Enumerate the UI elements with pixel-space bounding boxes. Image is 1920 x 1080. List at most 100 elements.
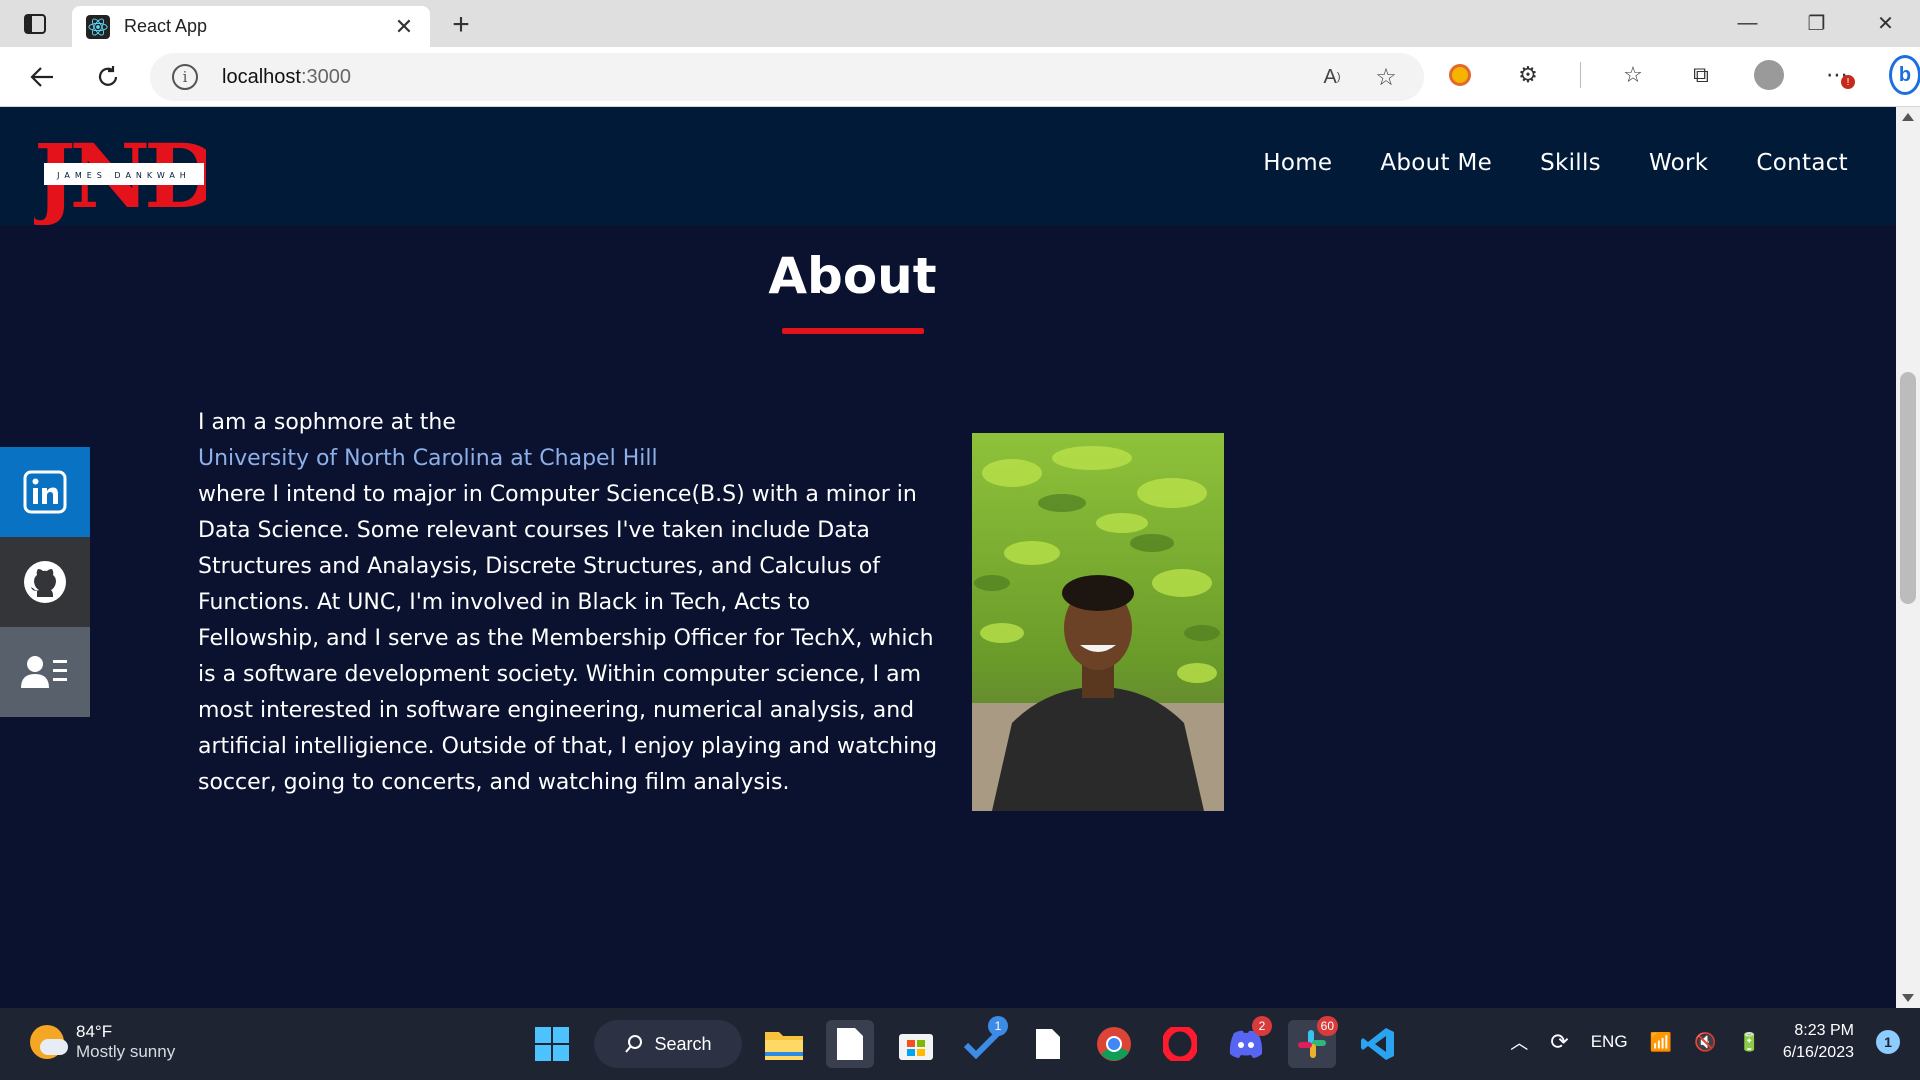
browser-tab[interactable]: React App ✕	[72, 6, 430, 47]
site-navbar: JND JAMES DANKWAH Home About Me Skills W…	[0, 107, 1896, 228]
vscode-icon	[1361, 1028, 1394, 1060]
weather-sunny-icon	[30, 1025, 68, 1059]
profile-avatar-icon[interactable]	[1753, 59, 1785, 91]
browser-toolbar: i localhost:3000 A) ☆ ⚙ ☆ ⧉ ⋯! b	[0, 47, 1920, 107]
contact-card-icon	[21, 656, 67, 688]
nav-home-link[interactable]: Home	[1263, 150, 1332, 176]
extensions-icon[interactable]: ⚙	[1512, 59, 1544, 91]
github-icon	[24, 561, 66, 603]
extension-flower-icon[interactable]	[1444, 59, 1476, 91]
chrome-icon	[1097, 1027, 1131, 1061]
github-button[interactable]	[0, 537, 90, 627]
scroll-down-icon[interactable]	[1902, 994, 1914, 1002]
close-window-button[interactable]: ✕	[1851, 0, 1920, 47]
linkedin-button[interactable]	[0, 447, 90, 537]
weather-temp: 84°F	[76, 1022, 113, 1041]
tab-title: React App	[124, 16, 208, 36]
taskbar-search[interactable]: Search	[594, 1020, 742, 1068]
address-bar[interactable]: i localhost:3000 A) ☆	[150, 53, 1424, 101]
browser-tab-bar: React App ✕ + — ❐ ✕	[0, 0, 1920, 47]
microsoft-store-app[interactable]	[892, 1020, 940, 1068]
url-host: localhost	[222, 65, 301, 88]
add-favorite-icon[interactable]: ☆	[1370, 61, 1402, 93]
notification-badge[interactable]: 1	[1876, 1030, 1900, 1054]
discord-app[interactable]: 2	[1222, 1016, 1272, 1068]
copilot-icon[interactable]: b	[1889, 55, 1920, 95]
wifi-icon[interactable]: 📶	[1650, 1032, 1672, 1053]
page-viewport: JND JAMES DANKWAH Home About Me Skills W…	[0, 107, 1896, 1008]
back-button[interactable]	[22, 57, 62, 97]
start-button[interactable]	[528, 1020, 576, 1068]
windows-logo-icon	[535, 1027, 569, 1061]
nav-about-link[interactable]: About Me	[1380, 150, 1492, 176]
tab-actions-icon	[24, 14, 46, 34]
search-icon	[625, 1035, 643, 1053]
chrome-app[interactable]	[1090, 1020, 1138, 1068]
system-tray: ︿ ⟳ ENG 📶 🔇 🔋 8:23 PM 6/16/2023 1	[1510, 1020, 1900, 1064]
contact-card-button[interactable]	[0, 627, 90, 717]
weather-widget[interactable]: 84°F Mostly sunny	[30, 1022, 175, 1062]
volume-muted-icon[interactable]: 🔇	[1694, 1032, 1716, 1053]
read-aloud-icon[interactable]: A)	[1316, 61, 1348, 93]
tray-overflow-chevron-icon[interactable]: ︿	[1510, 1029, 1528, 1055]
favorites-icon[interactable]: ☆	[1617, 59, 1649, 91]
reload-button[interactable]	[88, 57, 128, 97]
slack-badge: 60	[1316, 1016, 1338, 1036]
vscode-app[interactable]	[1354, 1020, 1402, 1068]
about-paragraph: I am a sophmore at the University of Nor…	[198, 405, 938, 801]
collections-icon[interactable]: ⧉	[1685, 59, 1717, 91]
nav-work-link[interactable]: Work	[1649, 150, 1708, 176]
taskbar-clock[interactable]: 8:23 PM 6/16/2023	[1783, 1020, 1854, 1064]
reload-icon	[98, 66, 118, 86]
linkedin-icon	[23, 470, 67, 514]
weather-condition: Mostly sunny	[76, 1042, 176, 1061]
taskbar-apps: Search 1 2 60	[528, 1016, 1402, 1068]
about-body: where I intend to major in Computer Scie…	[198, 482, 938, 795]
nav-contact-link[interactable]: Contact	[1756, 150, 1848, 176]
svg-text:JAMES DANKWAH: JAMES DANKWAH	[56, 171, 191, 180]
restore-button[interactable]: ❐	[1782, 0, 1851, 47]
sync-icon[interactable]: ⟳	[1550, 1029, 1568, 1055]
social-sidebar	[0, 447, 90, 717]
blank-document-app[interactable]	[1024, 1020, 1072, 1068]
tab-close-icon[interactable]: ✕	[392, 14, 416, 40]
university-link[interactable]: University of North Carolina at Chapel H…	[198, 441, 938, 477]
back-arrow-icon	[30, 67, 53, 87]
todo-app[interactable]: 1	[958, 1016, 1008, 1068]
search-label: Search	[654, 1033, 712, 1054]
settings-more-icon[interactable]: ⋯!	[1821, 59, 1855, 91]
new-tab-button[interactable]: +	[444, 8, 478, 42]
folder-icon	[765, 1032, 803, 1060]
about-intro: I am a sophmore at the	[198, 410, 456, 435]
minimize-button[interactable]: —	[1713, 0, 1782, 47]
clock-time: 8:23 PM	[1794, 1022, 1854, 1039]
tab-actions-button[interactable]	[14, 10, 56, 38]
windows-taskbar: 84°F Mostly sunny Search 1 2 60 ︿ ⟳ ENG …	[0, 1008, 1920, 1080]
window-controls: — ❐ ✕	[1713, 0, 1920, 47]
opera-icon	[1163, 1027, 1197, 1061]
jnd-logo-icon: JND JAMES DANKWAH	[27, 124, 223, 228]
file-icon	[1036, 1029, 1060, 1059]
toolbar-separator	[1580, 62, 1581, 88]
profile-photo	[972, 433, 1224, 811]
battery-icon[interactable]: 🔋	[1738, 1032, 1760, 1053]
opera-app[interactable]	[1156, 1020, 1204, 1068]
notepad-app[interactable]	[826, 1020, 874, 1068]
file-explorer-app[interactable]	[760, 1020, 808, 1068]
scroll-up-icon[interactable]	[1902, 113, 1914, 121]
about-heading-underline	[782, 328, 924, 334]
language-indicator[interactable]: ENG	[1591, 1032, 1628, 1052]
todo-badge: 1	[988, 1016, 1008, 1036]
site-nav-links: Home About Me Skills Work Contact	[1263, 150, 1848, 176]
clock-date: 6/16/2023	[1782, 1044, 1854, 1061]
site-logo[interactable]: JND JAMES DANKWAH	[27, 124, 223, 228]
slack-app[interactable]: 60	[1288, 1016, 1338, 1068]
scrollbar-thumb[interactable]	[1900, 372, 1916, 604]
page-scrollbar[interactable]	[1896, 107, 1920, 1008]
profile-photo-image	[972, 433, 1224, 811]
site-info-icon[interactable]: i	[172, 64, 198, 90]
about-heading: About	[768, 247, 937, 305]
store-icon	[899, 1034, 933, 1060]
nav-skills-link[interactable]: Skills	[1540, 150, 1601, 176]
url-port: :3000	[300, 65, 351, 88]
